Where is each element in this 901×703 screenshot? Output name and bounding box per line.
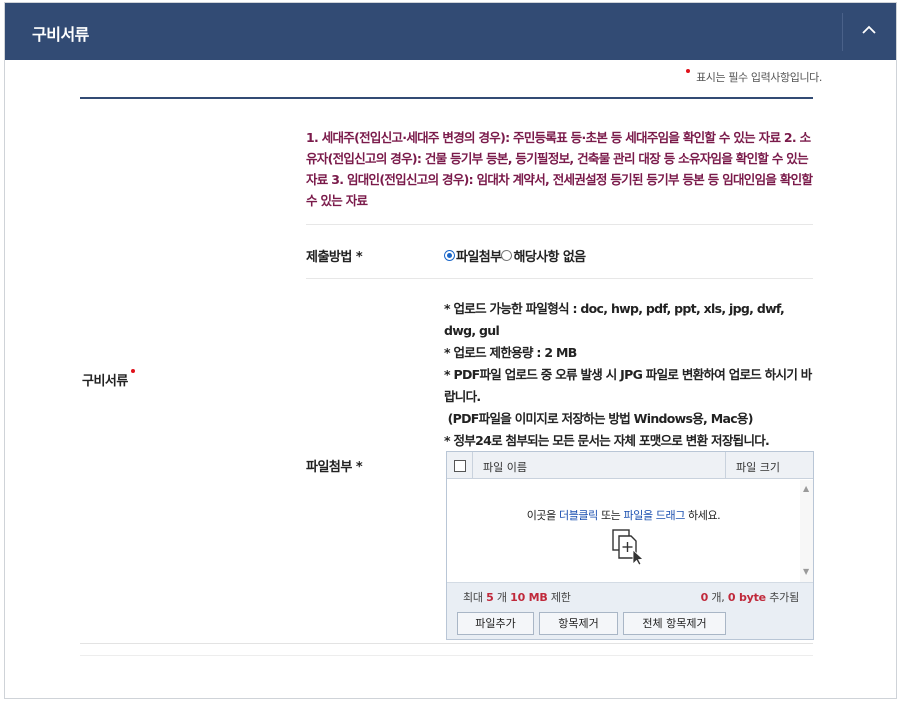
added-size: 0 byte	[727, 591, 766, 604]
radio-file-attach[interactable]	[444, 250, 455, 261]
limit-size: 10 MB	[510, 591, 548, 604]
upload-info-line: (PDF파일을 이미지로 저장하는 방법 Windows용, Mac용)	[444, 411, 754, 426]
required-dot-icon	[130, 369, 135, 373]
scroll-up-icon[interactable]: ▲	[803, 485, 809, 493]
required-dot-icon	[686, 69, 691, 73]
form-bottom-border	[80, 655, 813, 656]
uploader-buttons: 파일추가 항목제거 전체 항목제거	[447, 608, 813, 639]
drop-instruction: 이곳을 더블클릭 또는 파일을 드래그 하세요.	[447, 507, 800, 523]
option-file-attach[interactable]: 파일첨부	[444, 246, 502, 265]
drop-text: 하세요.	[684, 509, 721, 522]
select-all-checkbox[interactable]	[454, 460, 466, 472]
upload-limit: 최대 5 개 10 MB 제한	[463, 589, 571, 605]
chevron-up-icon	[862, 25, 876, 34]
limit-count: 5	[486, 591, 494, 604]
submission-method-options: 파일첨부 해당사항 없음	[444, 246, 586, 265]
upload-info-line: * 정부24로 첨부되는 모든 문서는 자체 포맷으로 변환 저장됩니다.	[444, 433, 770, 448]
divider	[306, 278, 813, 279]
remove-all-button[interactable]: 전체 항목제거	[623, 612, 726, 635]
upload-info-line: * PDF파일 업로드 중 오류 발생 시 JPG 파일로 변환하여 업로드 하…	[444, 367, 812, 404]
form-bottom-border	[80, 643, 813, 644]
drag-file-link[interactable]: 파일을 드래그	[624, 509, 686, 522]
form-top-border	[80, 97, 813, 99]
remove-item-button[interactable]: 항목제거	[539, 612, 618, 635]
document-notice: 1. 세대주(전입신고·세대주 변경의 경우): 주민등록표 등·초본 등 세대…	[306, 130, 813, 208]
add-file-button[interactable]: 파일추가	[457, 612, 534, 635]
drop-text: 또는	[597, 509, 624, 522]
added-count: 0	[700, 591, 709, 604]
option-not-applicable[interactable]: 해당사항 없음	[501, 246, 586, 265]
column-file-name: 파일 이름	[483, 461, 527, 474]
required-note-text: 표시는 필수 입력사항입니다.	[696, 71, 822, 84]
uploader-status: 최대 5 개 10 MB 제한 0 개, 0 byte 추가됨	[447, 582, 813, 608]
drop-zone-scrollbar[interactable]: ▲ ▼	[800, 480, 813, 582]
row-label: 구비서류	[82, 369, 141, 389]
collapse-button[interactable]	[843, 3, 896, 60]
added-text: 개,	[708, 591, 728, 604]
row-label-text: 구비서류	[82, 374, 128, 389]
file-uploader: 파일 이름 파일 크기 이곳을 더블클릭 또는 파일을 드래그 하세요. ▲ ▼…	[446, 451, 814, 640]
uploader-header: 파일 이름 파일 크기	[447, 452, 813, 479]
upload-info-line: * 업로드 가능한 파일형식 : doc, hwp, pdf, ppt, xls…	[444, 301, 785, 338]
option-label: 파일첨부	[456, 250, 502, 265]
added-text: 추가됨	[765, 591, 799, 604]
panel-title: 구비서류	[32, 25, 89, 44]
upload-info: * 업로드 가능한 파일형식 : doc, hwp, pdf, ppt, xls…	[444, 298, 816, 452]
attachment-label: 파일첨부 *	[306, 460, 363, 475]
limit-text: 개	[493, 591, 511, 604]
column-file-size: 파일 크기	[736, 461, 780, 474]
limit-text: 최대	[463, 591, 487, 604]
submission-method-label: 제출방법 *	[306, 250, 363, 265]
drop-text: 이곳을	[526, 509, 559, 522]
upload-info-line: * 업로드 제한용량 : 2 MB	[444, 345, 577, 360]
column-divider	[472, 452, 473, 479]
upload-added: 0 개, 0 byte 추가됨	[700, 589, 800, 605]
panel-header: 구비서류	[5, 3, 896, 60]
radio-not-applicable[interactable]	[501, 250, 513, 261]
limit-text: 제한	[547, 591, 571, 604]
required-note: 표시는 필수 입력사항입니다.	[686, 69, 822, 85]
option-label: 해당사항 없음	[513, 250, 586, 265]
scroll-down-icon[interactable]: ▼	[803, 568, 809, 576]
column-divider	[725, 452, 726, 479]
divider	[306, 224, 813, 225]
double-click-link[interactable]: 더블클릭	[559, 509, 598, 522]
file-drop-zone[interactable]: 이곳을 더블클릭 또는 파일을 드래그 하세요.	[447, 480, 800, 582]
add-document-cursor-icon	[612, 529, 644, 566]
